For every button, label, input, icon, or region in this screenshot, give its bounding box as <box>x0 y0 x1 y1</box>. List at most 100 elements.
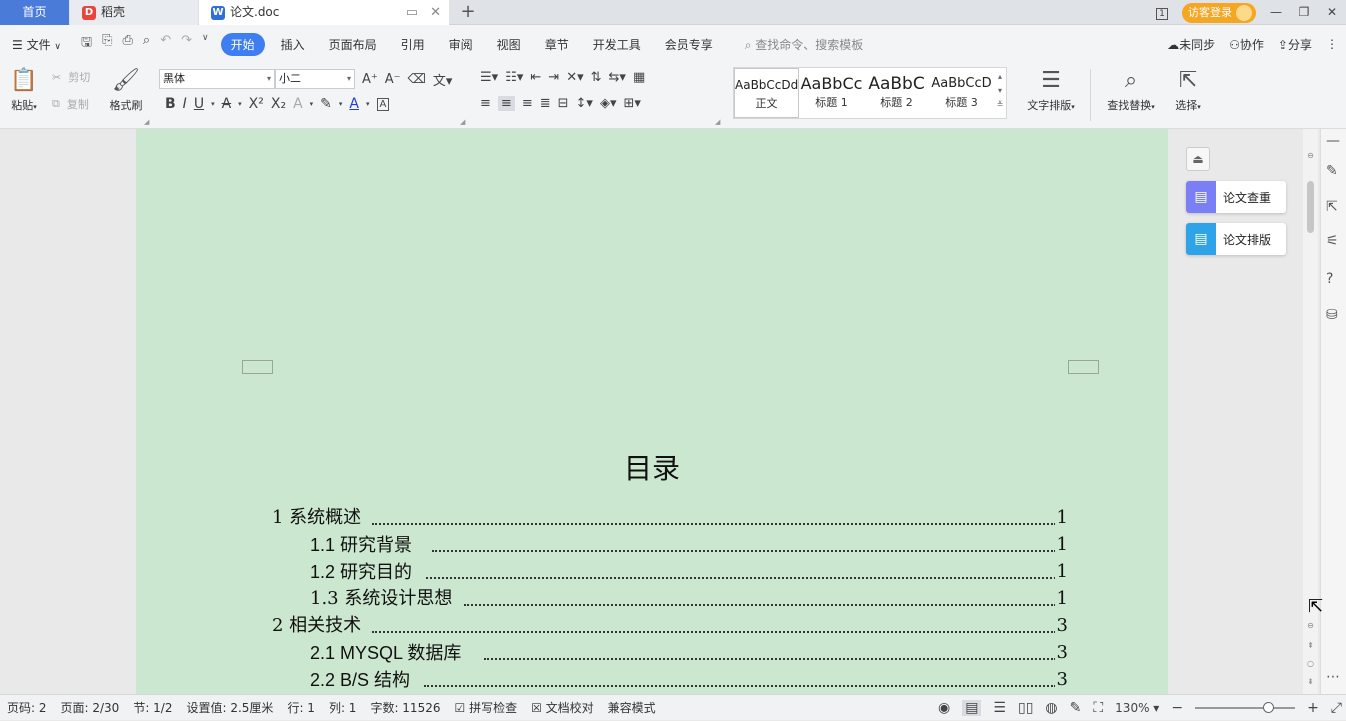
add-tab-button[interactable]: + <box>458 0 478 25</box>
status-col[interactable]: 列: 1 <box>322 699 364 716</box>
toc-entry[interactable]: 1.2 研究目的 1 <box>136 559 1168 585</box>
more-quick-icon[interactable]: ∨ <box>202 33 209 55</box>
shrink-font-icon[interactable]: A⁻ <box>385 72 401 87</box>
print-icon[interactable]: ⎙ <box>123 33 133 55</box>
text-direction-icon[interactable]: ⇆▾ <box>609 70 626 85</box>
help-icon[interactable]: ? <box>1326 271 1333 287</box>
window-count-button[interactable]: 1 <box>1148 0 1176 25</box>
style-normal[interactable]: AaBbCcDd 正文 <box>734 68 799 118</box>
sync-status[interactable]: ☁未同步 <box>1167 36 1215 53</box>
superscript-icon[interactable]: X² <box>249 96 264 112</box>
sort-icon[interactable]: ⇅ <box>591 70 602 85</box>
more-options-icon[interactable]: ⋮ <box>1326 37 1338 51</box>
status-page-of[interactable]: 页面: 2/30 <box>54 699 127 716</box>
export-icon[interactable]: ⎘ <box>102 33 112 55</box>
collab-button[interactable]: ⚇协作 <box>1229 36 1264 53</box>
backup-icon[interactable]: ⛁ <box>1326 307 1338 323</box>
print-preview-icon[interactable]: ⌕ <box>143 33 150 55</box>
highlight-icon[interactable]: ✎ <box>320 96 332 112</box>
doc-proof-button[interactable]: ☒ 文档校对 <box>524 699 601 716</box>
styles-scroll[interactable]: ▴ ▾ ≚ <box>994 68 1006 118</box>
collapse-panel-icon[interactable]: ⏏ <box>1186 147 1210 171</box>
tab-document[interactable]: W 论文.doc ▭ ✕ <box>199 0 449 25</box>
align-right-icon[interactable]: ≡ <box>522 96 533 111</box>
strikethrough-icon[interactable]: A <box>222 96 232 112</box>
zoom-out-icon[interactable]: − <box>1171 700 1183 716</box>
fit-page-icon[interactable]: ⛶ <box>1093 700 1103 716</box>
style-heading-2[interactable]: AaBbC 标题 2 <box>864 68 929 118</box>
web-view-icon[interactable]: ◍ <box>1045 700 1057 716</box>
undo-icon[interactable]: ↶ <box>160 33 171 55</box>
share-button[interactable]: ⇪分享 <box>1278 36 1312 53</box>
zoom-in-icon[interactable]: + <box>1307 700 1319 716</box>
format-painter-button[interactable]: 🖌 格式刷 <box>104 67 148 113</box>
clear-format-icon[interactable]: ⌫ <box>408 72 426 87</box>
browse-object-icon[interactable]: ○ <box>1305 659 1316 668</box>
zoom-slider-knob[interactable] <box>1263 702 1275 713</box>
font-family-select[interactable]: 黑体 ▾ <box>159 69 275 89</box>
settings-sliders-icon[interactable]: ⚟ <box>1326 233 1339 249</box>
style-heading-1[interactable]: AaBbCc 标题 1 <box>799 68 864 118</box>
toc-entry[interactable]: 1.3 系统设计思想 1 <box>136 586 1168 612</box>
numbered-list-icon[interactable]: ☷▾ <box>505 70 523 85</box>
bold-icon[interactable]: B <box>165 96 176 112</box>
paste-button[interactable]: 📋 粘贴▾ <box>6 67 42 113</box>
tab-developer[interactable]: 开发工具 <box>581 36 653 53</box>
tab-review[interactable]: 审阅 <box>437 36 485 53</box>
tab-member[interactable]: 会员专享 <box>653 36 725 53</box>
pointer-icon[interactable]: ⇱ <box>1326 199 1338 215</box>
bullet-list-icon[interactable]: ☰▾ <box>480 70 498 85</box>
scroll-down-icon[interactable]: ⊖ <box>1305 621 1316 630</box>
reading-view-icon[interactable]: ▯▯ <box>1018 700 1033 716</box>
pin-window-icon[interactable]: ▭ <box>406 0 418 25</box>
visitor-login-button[interactable]: 访客登录 <box>1182 2 1256 23</box>
text-layout-button[interactable]: ☰ 文字排版▾ <box>1022 67 1080 113</box>
scrollbar-thumb[interactable] <box>1307 181 1314 233</box>
spell-check-button[interactable]: ☑ 拼写检查 <box>447 699 524 716</box>
text-effect-icon[interactable]: A <box>293 96 303 112</box>
shading-icon[interactable]: ◈▾ <box>600 96 617 111</box>
align-center-icon[interactable]: ≡ <box>497 96 515 111</box>
document-page[interactable]: 目录 1 系统概述 1 1.1 研究背景 1 1.2 研究目的 1 1.3 系统… <box>136 129 1168 694</box>
phonetic-icon[interactable]: 文▾ <box>433 70 453 89</box>
status-setting[interactable]: 设置值: 2.5厘米 <box>179 699 280 716</box>
grow-font-icon[interactable]: A⁺ <box>362 72 378 87</box>
restore-icon[interactable]: ❐ <box>1290 0 1318 25</box>
tab-view[interactable]: 视图 <box>485 36 533 53</box>
scroll-up-icon[interactable]: ⊖ <box>1305 151 1316 160</box>
underline-icon[interactable]: U <box>194 96 204 112</box>
plagiarism-check-button[interactable]: ▤ 论文查重 <box>1186 181 1286 213</box>
copy-button[interactable]: ⧉ 复制 <box>52 96 89 112</box>
page-view-icon[interactable]: ▤ <box>962 700 982 716</box>
tab-daoke[interactable]: D 稻壳 <box>70 0 198 25</box>
prev-page-icon[interactable]: ⇞ <box>1305 641 1316 650</box>
border-icon[interactable]: ⊞▾ <box>623 96 640 111</box>
tab-references[interactable]: 引用 <box>389 36 437 53</box>
next-page-icon[interactable]: ⇟ <box>1305 677 1316 686</box>
zoom-level[interactable]: 130% ▾ <box>1115 701 1159 715</box>
command-search[interactable]: ⌕ 查找命令、搜索模板 <box>725 36 864 53</box>
tab-insert[interactable]: 插入 <box>269 36 317 53</box>
decrease-indent-icon[interactable]: ⇤ <box>530 70 541 85</box>
outline-view-icon[interactable]: ☰ <box>993 700 1006 716</box>
tab-home[interactable]: 首页 <box>0 0 69 25</box>
font-color-icon[interactable]: A <box>349 96 359 112</box>
save-icon[interactable]: 🖫 <box>81 33 92 55</box>
eye-protection-icon[interactable]: ◉ <box>938 700 950 716</box>
subscript-icon[interactable]: X₂ <box>271 96 286 112</box>
toc-entry[interactable]: 2 相关技术 3 <box>136 613 1168 639</box>
show-marks-icon[interactable]: ▦ <box>633 70 645 85</box>
write-mode-icon[interactable]: ✎ <box>1070 700 1082 716</box>
close-tab-icon[interactable]: ✕ <box>430 0 441 25</box>
minimize-icon[interactable]: — <box>1262 0 1290 25</box>
increase-indent-icon[interactable]: ⇥ <box>548 70 559 85</box>
status-word-count[interactable]: 字数: 11526 <box>363 699 447 716</box>
file-menu[interactable]: ☰ 文件 ∨ <box>0 36 73 53</box>
pen-icon[interactable]: ✎ <box>1326 163 1338 179</box>
cut-button[interactable]: ✂ 剪切 <box>52 69 90 85</box>
select-button[interactable]: ⇱ 选择▾ <box>1168 67 1208 113</box>
tab-start[interactable]: 开始 <box>220 32 265 56</box>
toc-entry[interactable]: 1.1 研究背景 1 <box>136 532 1168 558</box>
align-left-icon[interactable]: ≡ <box>480 96 491 111</box>
fullscreen-icon[interactable]: ⤢ <box>1331 700 1342 716</box>
